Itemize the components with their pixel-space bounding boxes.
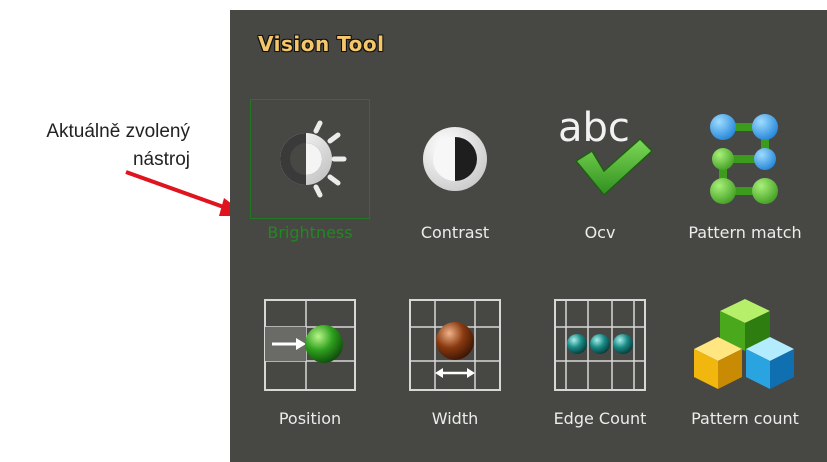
vision-tool-panel: Vision Tool Brightness Contrast abc Ocv … xyxy=(230,10,827,462)
tool-label: Edge Count xyxy=(553,409,647,428)
tool-pattern-match[interactable]: Pattern match xyxy=(665,99,805,249)
width-icon xyxy=(395,285,515,405)
pattern-match-icon xyxy=(685,99,805,219)
tool-label: Pattern match xyxy=(688,223,802,242)
tool-pattern-count[interactable]: Pattern count xyxy=(665,285,805,435)
tool-label: Contrast xyxy=(420,223,490,242)
annotation-line-1: Aktuálně zvolený xyxy=(46,121,190,142)
tool-contrast[interactable]: Contrast xyxy=(375,99,515,249)
brightness-icon xyxy=(250,99,370,219)
tool-label: Width xyxy=(431,409,479,428)
edge-count-icon xyxy=(540,285,660,405)
ocv-icon: abc xyxy=(540,99,660,219)
contrast-icon xyxy=(395,99,515,219)
position-icon xyxy=(250,285,370,405)
tool-label: Pattern count xyxy=(691,409,799,428)
tool-ocv[interactable]: abc Ocv xyxy=(520,99,660,249)
tool-label: Position xyxy=(278,409,342,428)
tool-label: Brightness xyxy=(267,223,353,242)
tool-label: Ocv xyxy=(584,223,616,242)
pattern-count-icon xyxy=(685,285,805,405)
tool-brightness[interactable]: Brightness xyxy=(230,99,370,249)
annotation-line-2: nástroj xyxy=(132,149,190,170)
tool-width[interactable]: Width xyxy=(375,285,515,435)
panel-title: Vision Tool xyxy=(258,32,385,56)
svg-text:abc: abc xyxy=(558,105,630,151)
annotation-callout: Aktuálně zvolený nástroj xyxy=(0,118,190,174)
tool-edge-count[interactable]: Edge Count xyxy=(520,285,660,435)
tool-position[interactable]: Position xyxy=(230,285,370,435)
